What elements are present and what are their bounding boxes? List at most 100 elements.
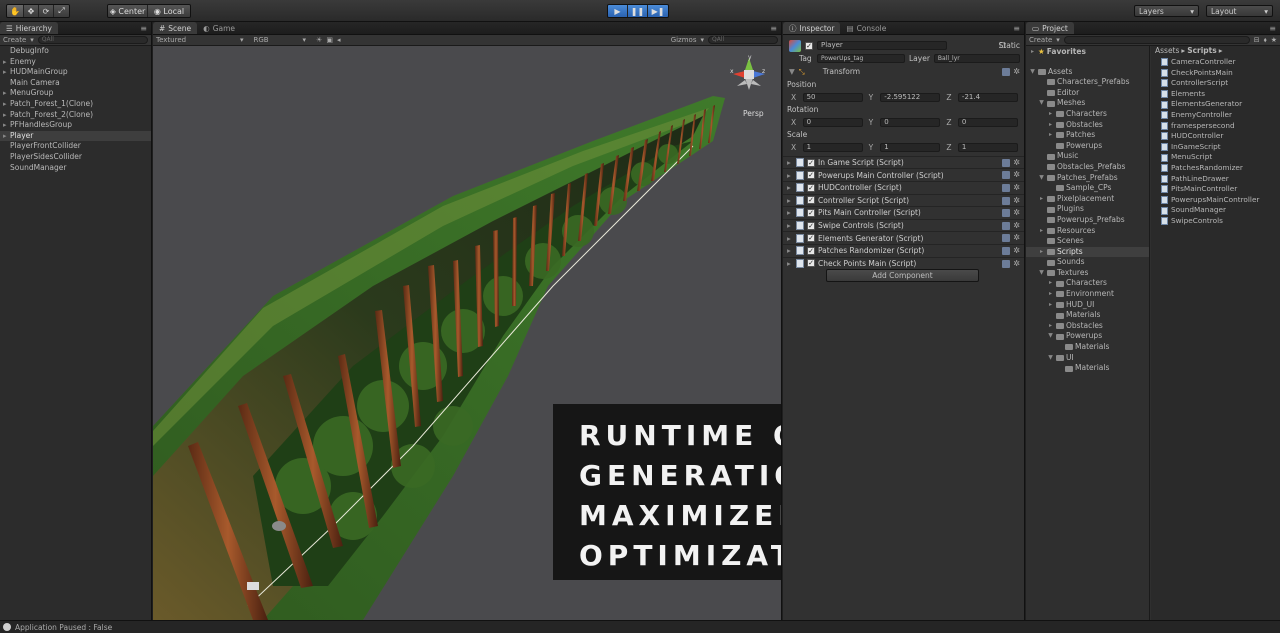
project-search-input[interactable] (1063, 36, 1250, 44)
expand-arrow-icon[interactable]: ▸ (1038, 226, 1045, 237)
folder-item[interactable]: ▸ Obstacles (1026, 321, 1149, 332)
book-icon[interactable] (1002, 259, 1011, 268)
script-file-item[interactable]: framespersecond (1151, 121, 1280, 132)
panel-menu-icon[interactable]: ≡ (770, 24, 777, 33)
expand-arrow-icon[interactable]: ▸ (787, 158, 793, 167)
panel-menu-icon[interactable]: ≡ (1269, 24, 1276, 33)
script-file-item[interactable]: CheckPointsMain (1151, 68, 1280, 79)
favorites-item[interactable]: ▸ ★ Favorites (1026, 47, 1149, 58)
expand-arrow-icon[interactable]: ▸ (787, 196, 793, 205)
tag-dropdown[interactable]: PowerUps_tag (817, 53, 905, 63)
script-file-item[interactable]: ControllerScript (1151, 78, 1280, 89)
scale-x-field[interactable]: 1 (802, 142, 863, 152)
panel-menu-icon[interactable]: ≡ (140, 24, 147, 33)
add-component-button[interactable]: Add Component (826, 269, 979, 282)
hand-icon[interactable]: ✋ (7, 5, 24, 17)
enable-checkbox[interactable]: ✓ (807, 183, 815, 192)
script-file-item[interactable]: PowerupsMainController (1151, 195, 1280, 206)
folder-item[interactable]: ▼ Patches_Prefabs (1026, 173, 1149, 184)
scene-search-input[interactable]: QAll (708, 36, 778, 44)
enable-checkbox[interactable]: ✓ (807, 171, 815, 180)
step-button[interactable]: ▶❚ (648, 5, 668, 17)
expand-arrow-icon[interactable]: ▸ (1047, 321, 1054, 332)
hierarchy-item[interactable]: Enemy (0, 57, 151, 68)
folder-item[interactable]: ▼ UI (1026, 353, 1149, 364)
folder-item[interactable]: Powerups_Prefabs (1026, 215, 1149, 226)
gizmos-dropdown[interactable]: Gizmos (671, 36, 697, 44)
gear-icon[interactable]: ✲ (1013, 209, 1020, 217)
folder-item[interactable]: ▸ HUD_UI (1026, 300, 1149, 311)
create-dropdown[interactable]: Create (1029, 36, 1052, 44)
script-file-item[interactable]: EnemyController (1151, 110, 1280, 121)
position-y-field[interactable]: -2.595122 (880, 92, 941, 102)
hierarchy-item[interactable]: DebugInfo (0, 46, 151, 57)
gear-icon[interactable]: ✲ (1013, 67, 1020, 76)
create-dropdown[interactable]: Create (3, 36, 26, 44)
component-row[interactable]: ▸ ✓ HUDController (Script) ✲ (783, 180, 1024, 194)
book-icon[interactable] (1002, 209, 1011, 218)
rotate-icon[interactable]: ⟳ (38, 5, 54, 17)
folder-item[interactable]: ▸ Environment (1026, 289, 1149, 300)
hierarchy-item[interactable]: MenuGroup (0, 88, 151, 99)
panel-menu-icon[interactable]: ≡ (1013, 24, 1020, 33)
hierarchy-item[interactable]: SoundManager (0, 163, 151, 174)
tab-inspector[interactable]: ⓘ Inspector (783, 22, 841, 34)
image-icon[interactable]: ▣ (326, 36, 333, 44)
gear-icon[interactable]: ✲ (1013, 221, 1020, 230)
folder-item[interactable]: Materials (1026, 342, 1149, 353)
folder-item[interactable]: Scenes (1026, 236, 1149, 247)
folder-item[interactable]: ▸ Patches (1026, 130, 1149, 141)
layer-dropdown[interactable]: Ball_lyr (933, 53, 1020, 63)
folder-item[interactable]: Powerups (1026, 141, 1149, 152)
script-file-item[interactable]: Elements (1151, 89, 1280, 100)
gear-icon[interactable]: ✲ (1013, 246, 1020, 255)
expand-arrow-icon[interactable]: ▸ (1047, 300, 1054, 311)
gear-icon[interactable]: ✲ (1013, 259, 1020, 268)
hierarchy-item[interactable]: Patch_Forest_1(Clone) (0, 99, 151, 110)
persp-label[interactable]: Persp (743, 109, 764, 118)
component-row[interactable]: ▸ ✓ Check Points Main (Script) ✲ (783, 256, 1024, 270)
expand-arrow-icon[interactable]: ▸ (787, 183, 793, 192)
folder-item[interactable]: Characters_Prefabs (1026, 77, 1149, 88)
orientation-gizmo[interactable]: y x z (729, 54, 769, 94)
folder-item[interactable]: ▼ Meshes (1026, 98, 1149, 109)
enable-checkbox[interactable]: ✓ (807, 259, 815, 268)
scene-viewport[interactable]: y x z Persp Runtime object generation fo… (153, 46, 781, 620)
expand-arrow-icon[interactable]: ▼ (1047, 353, 1054, 364)
folder-item[interactable]: ▸ Obstacles (1026, 120, 1149, 131)
space-local-button[interactable]: ◉ Local (148, 5, 190, 17)
scale-z-field[interactable]: 1 (957, 142, 1019, 152)
folder-item[interactable]: ▸ Scripts (1026, 246, 1149, 258)
folder-item[interactable]: Sounds (1026, 257, 1149, 268)
rotation-z-field[interactable]: 0 (957, 117, 1019, 127)
gear-icon[interactable]: ✲ (1013, 171, 1020, 179)
tab-scene[interactable]: # Scene (153, 22, 198, 34)
folder-item[interactable]: Materials (1026, 310, 1149, 321)
status-bar[interactable]: Application Paused : False (0, 620, 1280, 633)
expand-arrow-icon[interactable]: ▸ (1038, 247, 1045, 258)
enable-checkbox[interactable]: ✓ (807, 246, 815, 255)
folder-item[interactable]: ▼ Textures (1026, 268, 1149, 279)
hierarchy-item[interactable]: Patch_Forest_2(Clone) (0, 110, 151, 121)
expand-arrow-icon[interactable]: ▸ (787, 246, 793, 255)
expand-arrow-icon[interactable]: ▸ (1047, 130, 1054, 141)
breadcrumb-assets[interactable]: Assets (1155, 46, 1179, 57)
pause-button[interactable]: ❚❚ (628, 5, 648, 17)
lighting-icon[interactable]: ☀ (316, 36, 322, 44)
component-row[interactable]: ▸ ✓ Elements Generator (Script) ✲ (783, 231, 1024, 244)
script-file-item[interactable]: CameraController (1151, 57, 1280, 68)
expand-arrow-icon[interactable]: ▼ (1038, 268, 1045, 279)
expand-arrow-icon[interactable]: ▸ (1047, 120, 1054, 131)
play-button[interactable]: ▶ (608, 5, 628, 17)
component-row[interactable]: ▸ ✓ Controller Script (Script) ✲ (783, 193, 1024, 207)
book-icon[interactable] (1002, 171, 1011, 180)
book-icon[interactable] (1002, 183, 1011, 192)
hierarchy-item[interactable]: Main Camera (0, 78, 151, 89)
component-row[interactable]: ▸ ✓ Pits Main Controller (Script) ✲ (783, 206, 1024, 219)
folder-item[interactable]: ▸ Characters (1026, 109, 1149, 120)
folder-item[interactable]: ▸ Characters (1026, 278, 1149, 289)
pivot-center-button[interactable]: ◈ Center (108, 5, 148, 17)
book-icon[interactable] (1002, 234, 1011, 243)
script-file-item[interactable]: SoundManager (1151, 205, 1280, 216)
layers-dropdown[interactable]: Layers ▾ (1134, 5, 1199, 17)
